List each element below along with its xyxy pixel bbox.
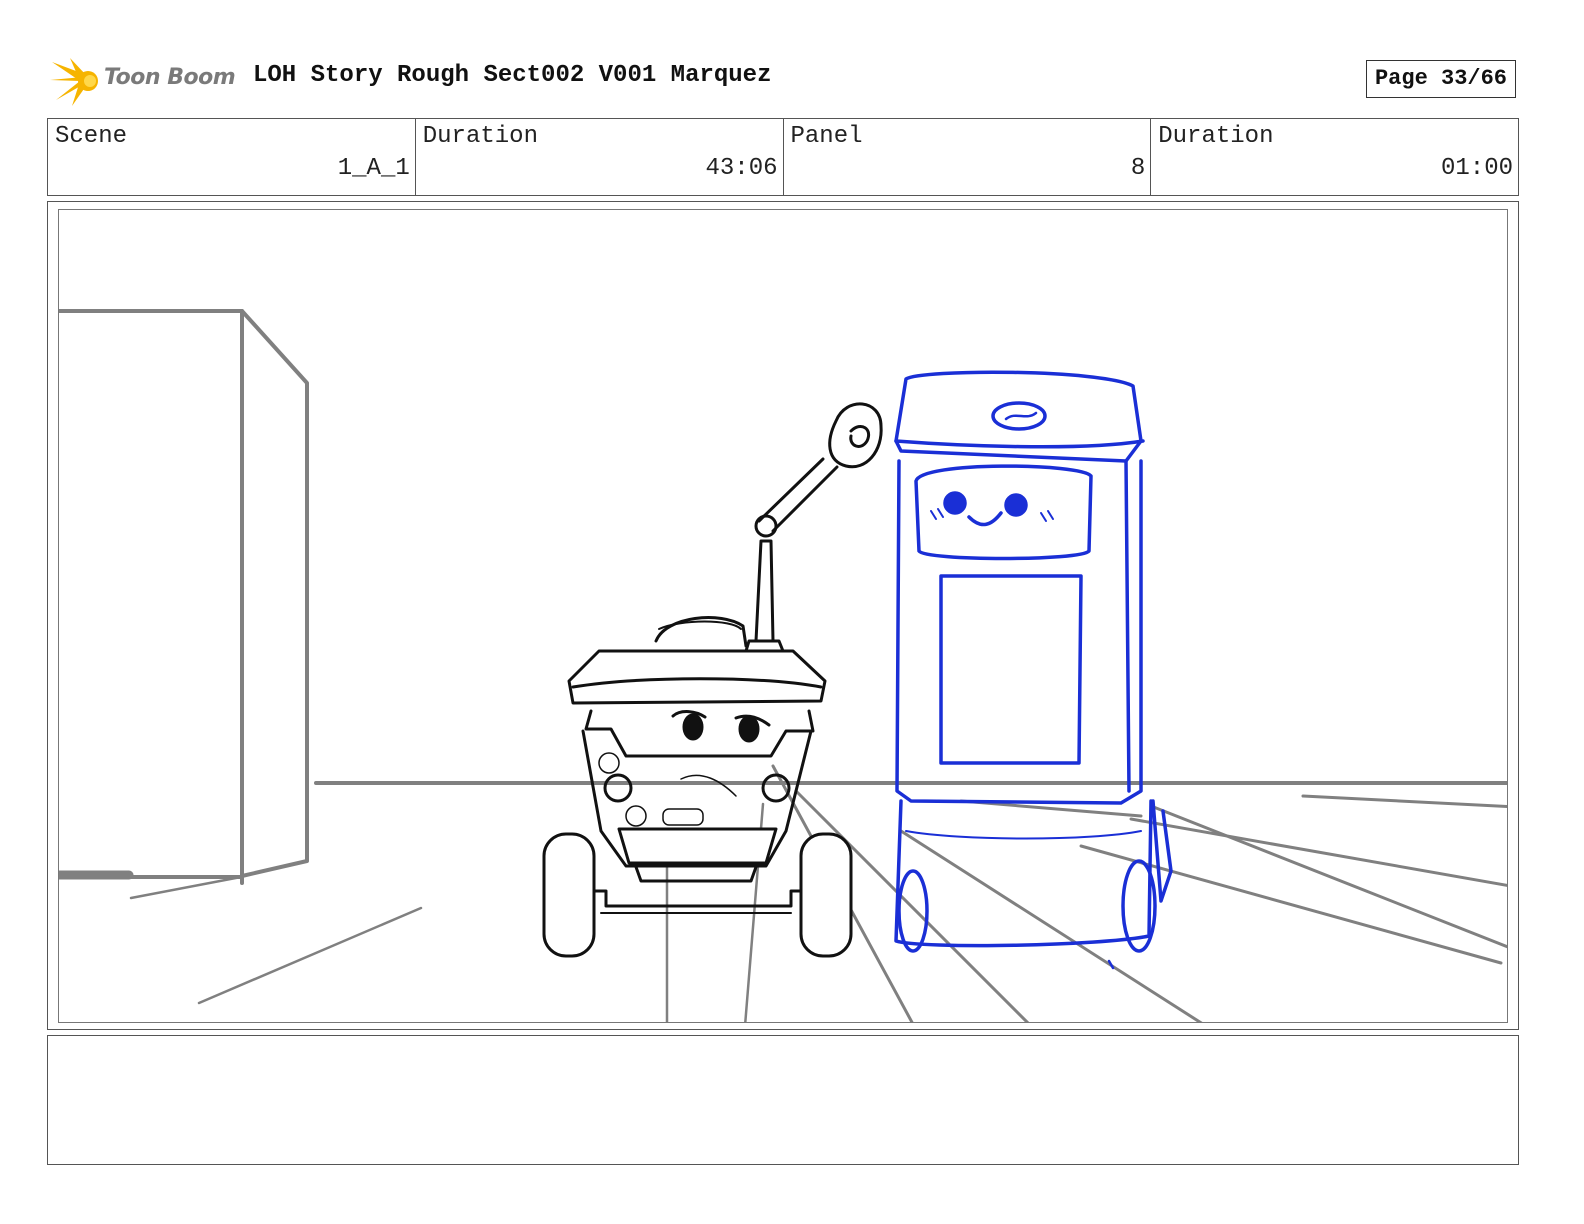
scene-duration-cell: Duration 43:06: [416, 119, 784, 195]
panel-label: Panel: [790, 123, 863, 150]
document-title: LOH Story Rough Sect002 V001 Marquez: [253, 62, 772, 89]
toon-boom-logo: Toon Boom: [50, 54, 240, 108]
scene-cell: Scene 1_A_1: [48, 119, 416, 195]
scene-label: Scene: [55, 123, 128, 150]
black-robot: [542, 402, 883, 958]
storyboard-sketch: [59, 309, 1507, 1022]
panel-duration-value: 01:00: [1440, 155, 1513, 182]
panel-value: 8: [1130, 155, 1146, 182]
blue-robot: [894, 370, 1173, 970]
panel-cell: Panel 8: [784, 119, 1152, 195]
scene-info-row: Scene 1_A_1 Duration 43:06 Panel 8 Durat…: [47, 118, 1519, 196]
scene-value: 1_A_1: [337, 155, 410, 182]
scene-duration-label: Duration: [422, 123, 538, 150]
panel-duration-label: Duration: [1158, 123, 1274, 150]
logo-text: Toon Boom: [104, 65, 236, 90]
starburst-icon: [50, 58, 98, 106]
panel-duration-cell: Duration 01:00: [1151, 119, 1518, 195]
page-indicator: Page 33/66: [1366, 60, 1516, 98]
notes-box: [47, 1035, 1519, 1165]
panel-image: [58, 209, 1508, 1023]
scene-duration-value: 43:06: [705, 155, 778, 182]
